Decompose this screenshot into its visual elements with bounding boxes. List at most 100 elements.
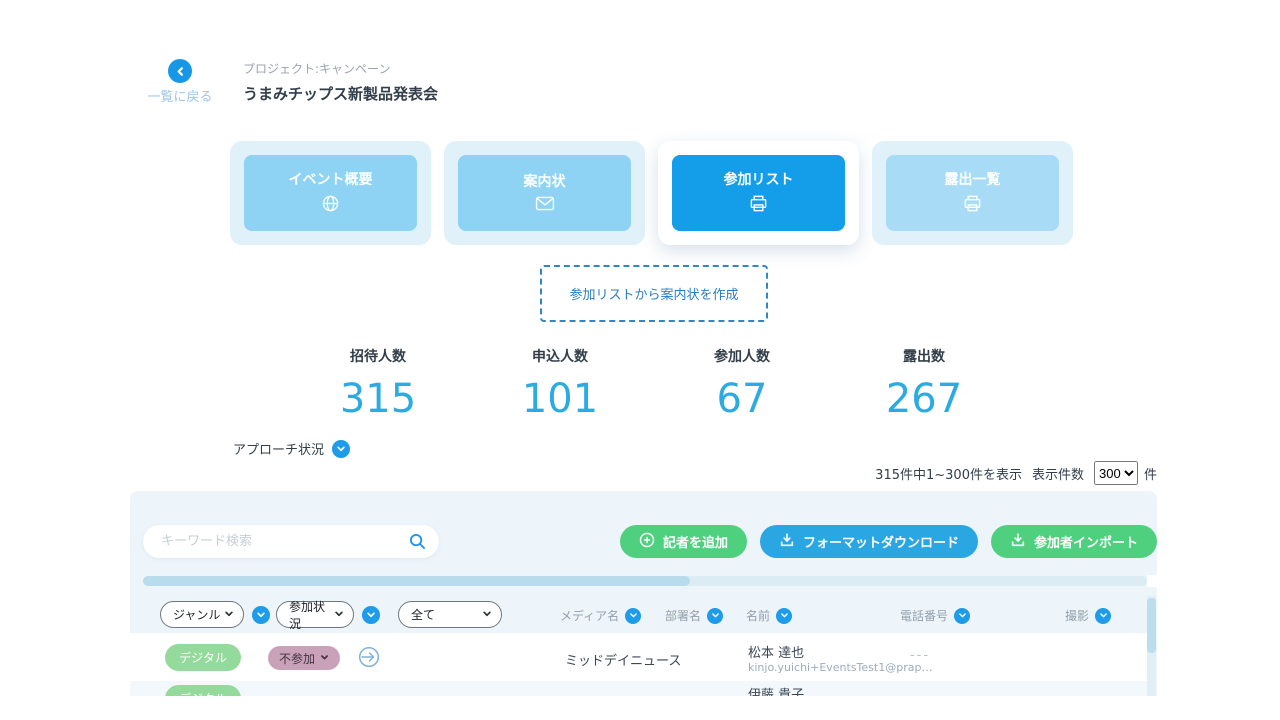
tab-label: 案内状 <box>524 171 566 191</box>
stat-label: 露出数 <box>833 346 1015 366</box>
page-size-select[interactable]: 300 <box>1094 461 1138 485</box>
tab-bar: イベント概要 案内状 参加リスト <box>230 141 1073 245</box>
mail-icon <box>535 196 555 215</box>
approach-status: アプローチ状況 <box>233 439 350 458</box>
chevron-down-icon[interactable] <box>362 606 380 624</box>
participation-filter-select[interactable]: 参加状況 <box>276 601 354 628</box>
horizontal-scrollbar[interactable] <box>143 576 1147 586</box>
page-size-unit: 件 <box>1144 464 1157 483</box>
tab-card-invitation: 案内状 <box>444 141 645 245</box>
create-invitation-from-list-button[interactable]: 参加リストから案内状を作成 <box>540 265 768 322</box>
column-label: 名前 <box>746 607 770 624</box>
tab-participant-list[interactable]: 参加リスト <box>672 155 845 231</box>
tab-label: 露出一覧 <box>945 169 1001 189</box>
stat-applied: 申込人数 101 <box>469 346 651 420</box>
stat-attended: 参加人数 67 <box>651 346 833 420</box>
column-label: 電話番号 <box>900 607 948 624</box>
download-icon <box>779 532 795 552</box>
button-label: フォーマットダウンロード <box>803 532 959 551</box>
tab-label: イベント概要 <box>289 169 373 189</box>
name-cell: 伊藤 貴子 <box>748 684 804 696</box>
search-box <box>143 525 439 558</box>
vertical-scrollbar-thumb[interactable] <box>1147 598 1156 653</box>
stat-value: 67 <box>651 378 833 420</box>
stat-value: 101 <box>469 378 651 420</box>
tab-invitation[interactable]: 案内状 <box>458 155 631 231</box>
stat-value: 267 <box>833 378 1015 420</box>
genre-badge: デジタル <box>165 685 241 696</box>
format-download-button[interactable]: フォーマットダウンロード <box>760 525 978 558</box>
chevron-down-icon[interactable] <box>625 608 641 624</box>
tab-exposure-list[interactable]: 露出一覧 <box>886 155 1059 231</box>
table-row: デジタル 伊藤 貴子 <box>130 681 1148 696</box>
add-reporter-button[interactable]: 記者を追加 <box>620 525 747 558</box>
column-header-photo: 撮影 <box>1065 607 1111 624</box>
stat-label: 招待人数 <box>287 346 469 366</box>
page-size-label: 表示件数 <box>1032 464 1084 483</box>
horizontal-scrollbar-thumb[interactable] <box>143 576 690 586</box>
column-header-department: 部署名 <box>665 607 723 624</box>
printer-icon <box>749 194 768 217</box>
participant-table-panel: 記者を追加 フォーマットダウンロード 参加者インポート ジャンル <box>130 491 1157 696</box>
select-value: 全て <box>411 606 435 623</box>
chevron-down-icon[interactable] <box>776 608 792 624</box>
add-circle-icon <box>639 532 655 552</box>
tab-card-event-overview: イベント概要 <box>230 141 431 245</box>
media-name-cell: ミッドデイニュース <box>565 650 681 669</box>
table-row: デジタル 不参加 ミッドデイニュース 松本 達也 kinjo.yuichi+Ev… <box>130 633 1148 682</box>
vertical-scrollbar[interactable] <box>1147 596 1156 696</box>
printer-icon <box>963 194 982 217</box>
select-value: ジャンル <box>173 606 220 623</box>
email-cell: kinjo.yuichi+EventsTest1@prap… <box>748 661 932 674</box>
approach-status-label: アプローチ状況 <box>233 439 324 458</box>
import-participants-button[interactable]: 参加者インポート <box>991 525 1157 558</box>
table-header-row: ジャンル 参加状況 全て <box>130 597 1148 633</box>
pagination: 315件中1~300件を表示 表示件数 300 件 <box>875 461 1157 485</box>
pagination-range-text: 315件中1~300件を表示 <box>875 464 1022 483</box>
status-value: 不参加 <box>279 650 315 667</box>
globe-icon <box>321 194 340 217</box>
tab-event-overview[interactable]: イベント概要 <box>244 155 417 231</box>
stat-label: 申込人数 <box>469 346 651 366</box>
chevron-down-icon <box>320 651 329 665</box>
status-select[interactable]: 不参加 <box>268 646 340 670</box>
back-button[interactable] <box>168 59 192 83</box>
chevron-down-icon[interactable] <box>1095 608 1111 624</box>
stats-row: 招待人数 315 申込人数 101 参加人数 67 露出数 267 <box>287 346 1015 420</box>
project-label: プロジェクト:キャンペーン <box>243 60 390 77</box>
tab-label: 参加リスト <box>724 169 794 189</box>
chevron-down-icon[interactable] <box>252 606 270 624</box>
back-label[interactable]: 一覧に戻る <box>134 86 226 105</box>
stat-value: 315 <box>287 378 469 420</box>
chevron-down-icon[interactable] <box>707 608 723 624</box>
column-header-media: メディア名 <box>560 607 641 624</box>
genre-filter-select[interactable]: ジャンル <box>160 601 244 628</box>
search-icon[interactable] <box>409 533 426 554</box>
genre-badge: デジタル <box>165 644 241 671</box>
chevron-down-icon <box>224 608 234 622</box>
chevron-down-icon <box>334 608 344 622</box>
column-header-phone: 電話番号 <box>900 607 970 624</box>
search-input[interactable] <box>143 525 439 558</box>
page-title: うまみチップス新製品発表会 <box>243 83 438 104</box>
all-filter-select[interactable]: 全て <box>398 601 502 628</box>
column-label: メディア名 <box>560 607 619 624</box>
download-icon <box>1010 532 1026 552</box>
page: 一覧に戻る プロジェクト:キャンペーン うまみチップス新製品発表会 イベント概要… <box>0 0 1280 720</box>
button-label: 参加者インポート <box>1034 532 1138 551</box>
chevron-down-icon[interactable] <box>332 440 350 458</box>
tab-card-participant-list: 参加リスト <box>658 141 859 245</box>
chevron-down-icon[interactable] <box>954 608 970 624</box>
stat-invited: 招待人数 315 <box>287 346 469 420</box>
select-value: 参加状況 <box>289 598 334 632</box>
button-label: 記者を追加 <box>663 532 728 551</box>
stat-exposure: 露出数 267 <box>833 346 1015 420</box>
chevron-left-icon <box>175 62 186 81</box>
toolbar-buttons: 記者を追加 フォーマットダウンロード 参加者インポート <box>620 525 1157 558</box>
phone-cell: --- <box>910 648 930 663</box>
column-header-name: 名前 <box>746 607 792 624</box>
arrow-right-circle-icon[interactable] <box>358 646 380 672</box>
name-cell: 松本 達也 <box>748 642 804 661</box>
column-label: 撮影 <box>1065 607 1089 624</box>
scrollbar-corner <box>1147 575 1157 587</box>
